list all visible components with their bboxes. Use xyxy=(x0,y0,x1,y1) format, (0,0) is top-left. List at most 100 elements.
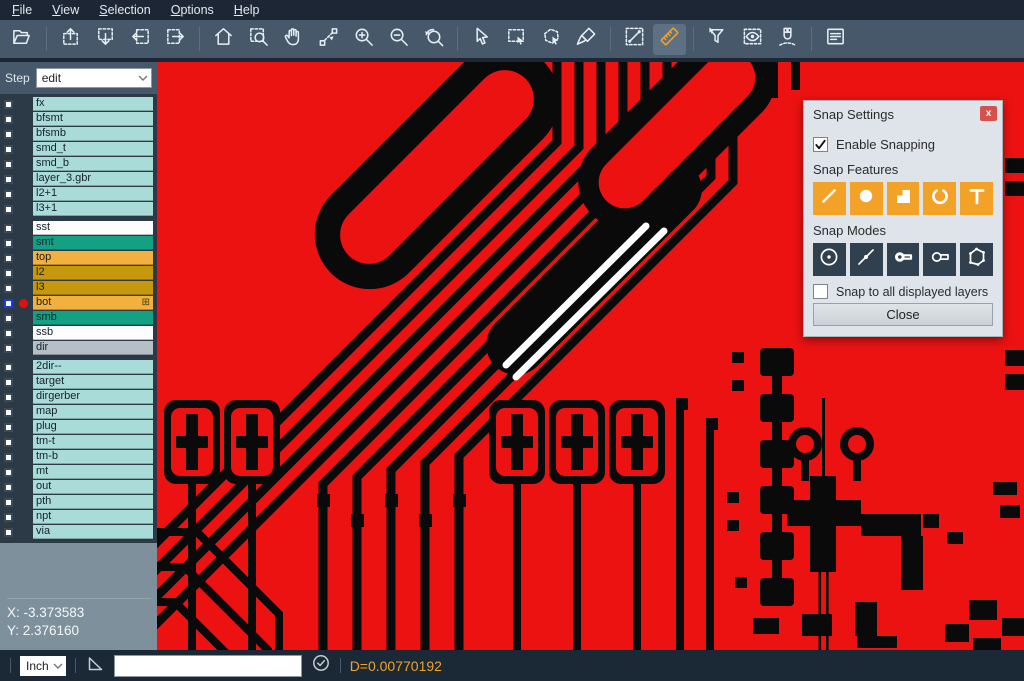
layer-visibility-checkbox[interactable] xyxy=(0,142,30,156)
close-icon[interactable]: x xyxy=(980,106,997,121)
layer-visibility-checkbox[interactable] xyxy=(0,375,30,389)
layer-pth[interactable]: pth xyxy=(33,495,153,509)
layer-visibility-checkbox[interactable] xyxy=(0,112,30,126)
layer-visibility-checkbox[interactable] xyxy=(0,480,30,494)
toolbar-zoom-previous-button[interactable] xyxy=(417,24,450,55)
layer-visibility-checkbox[interactable] xyxy=(0,405,30,419)
toolbar-open-folder-button[interactable] xyxy=(6,24,39,55)
snap-feature-polygon-button[interactable] xyxy=(887,182,920,215)
layer-visibility-checkbox[interactable] xyxy=(0,341,30,355)
grid-icon[interactable]: ⊞ xyxy=(142,298,150,308)
toolbar-zoom-out-button[interactable] xyxy=(382,24,415,55)
layer-visibility-checkbox[interactable] xyxy=(0,221,30,235)
snap-feature-line-button[interactable] xyxy=(813,182,846,215)
layer-visibility-checkbox[interactable] xyxy=(0,251,30,265)
layer-bfsmt[interactable]: bfsmt xyxy=(33,112,153,126)
toolbar-select-arrow-button[interactable] xyxy=(465,24,498,55)
toolbar-layers-panel-button[interactable] xyxy=(819,24,852,55)
snap-feature-arc-button[interactable] xyxy=(923,182,956,215)
snap-mode-slot-filled-button[interactable] xyxy=(887,243,920,276)
layer-npt[interactable]: npt xyxy=(33,510,153,524)
layer-visibility-checkbox[interactable] xyxy=(0,187,30,201)
toolbar-measure-line-button[interactable] xyxy=(618,24,651,55)
snap-all-layers-checkbox[interactable] xyxy=(813,284,828,299)
layer-visibility-checkbox[interactable] xyxy=(0,127,30,141)
menu-item-view[interactable]: View xyxy=(42,0,89,20)
layer-visibility-checkbox[interactable] xyxy=(0,236,30,250)
layer-l3+1[interactable]: l3+1 xyxy=(33,202,153,216)
layer-target[interactable]: target xyxy=(33,375,153,389)
toolbar-drag-vertex-button[interactable] xyxy=(312,24,345,55)
toolbar-select-polygon-button[interactable] xyxy=(535,24,568,55)
toolbar-arrow-right-box-button[interactable] xyxy=(159,24,192,55)
layer-l3[interactable]: l3 xyxy=(33,281,153,295)
layer-tm-t[interactable]: tm-t xyxy=(33,435,153,449)
measure-input[interactable] xyxy=(114,655,302,677)
sync-check-icon[interactable] xyxy=(311,653,331,678)
snap-dialog-titlebar[interactable]: Snap Settings x xyxy=(804,101,1002,127)
toolbar-magnet-button[interactable] xyxy=(771,24,804,55)
layer-sst[interactable]: sst xyxy=(33,221,153,235)
snap-mode-midpoint-button[interactable] xyxy=(850,243,883,276)
layer-visibility-checkbox[interactable] xyxy=(0,420,30,434)
enable-snapping-checkbox[interactable] xyxy=(813,137,828,152)
layer-visibility-checkbox[interactable] xyxy=(0,390,30,404)
menu-item-selection[interactable]: Selection xyxy=(89,0,160,20)
toolbar-arrow-up-box-button[interactable] xyxy=(54,24,87,55)
layer-top[interactable]: top xyxy=(33,251,153,265)
toolbar-zoom-in-button[interactable] xyxy=(347,24,380,55)
layer-map[interactable]: map xyxy=(33,405,153,419)
snap-mode-slot-outline-button[interactable] xyxy=(923,243,956,276)
layer-out[interactable]: out xyxy=(33,480,153,494)
layer-visibility-checkbox[interactable] xyxy=(0,202,30,216)
layer-2dir--[interactable]: 2dir-- xyxy=(33,360,153,374)
layer-visibility-checkbox[interactable] xyxy=(0,510,30,524)
layer-visibility-checkbox[interactable] xyxy=(0,281,30,295)
toolbar-ruler-button[interactable] xyxy=(653,24,686,55)
step-select[interactable]: edit xyxy=(36,68,152,88)
layer-l2[interactable]: l2 xyxy=(33,266,153,280)
layer-l2+1[interactable]: l2+1 xyxy=(33,187,153,201)
layer-smt[interactable]: smt xyxy=(33,236,153,250)
layer-visibility-checkbox[interactable] xyxy=(0,495,30,509)
layer-dirgerber[interactable]: dirgerber xyxy=(33,390,153,404)
layer-visibility-checkbox[interactable] xyxy=(0,266,30,280)
layer-visibility-checkbox[interactable] xyxy=(0,157,30,171)
layer-bfsmb[interactable]: bfsmb xyxy=(33,127,153,141)
menu-item-options[interactable]: Options xyxy=(161,0,224,20)
layer-visibility-checkbox[interactable] xyxy=(0,435,30,449)
layer-smd_b[interactable]: smd_b xyxy=(33,157,153,171)
layer-ssb[interactable]: ssb xyxy=(33,326,153,340)
layer-visibility-checkbox[interactable] xyxy=(0,97,30,111)
close-button[interactable]: Close xyxy=(813,303,993,326)
toolbar-arrow-down-box-button[interactable] xyxy=(89,24,122,55)
layer-layer_3.gbr[interactable]: layer_3.gbr xyxy=(33,172,153,186)
layer-visibility-checkbox[interactable] xyxy=(0,296,30,310)
unit-select[interactable]: Inch xyxy=(20,656,66,676)
layer-fx[interactable]: fx xyxy=(33,97,153,111)
layer-smd_t[interactable]: smd_t xyxy=(33,142,153,156)
toolbar-home-button[interactable] xyxy=(207,24,240,55)
toolbar-select-rect-button[interactable] xyxy=(500,24,533,55)
snap-feature-circle-button[interactable] xyxy=(850,182,883,215)
layer-visibility-checkbox[interactable] xyxy=(0,311,30,325)
toolbar-pan-hand-button[interactable] xyxy=(277,24,310,55)
snap-mode-center-button[interactable] xyxy=(813,243,846,276)
corner-angle-icon[interactable] xyxy=(85,653,105,678)
layer-plug[interactable]: plug xyxy=(33,420,153,434)
layer-visibility-checkbox[interactable] xyxy=(0,360,30,374)
layer-visibility-checkbox[interactable] xyxy=(0,172,30,186)
toolbar-filter-button[interactable] xyxy=(701,24,734,55)
layer-visibility-checkbox[interactable] xyxy=(0,465,30,479)
menu-item-help[interactable]: Help xyxy=(224,0,270,20)
menu-item-file[interactable]: File xyxy=(2,0,42,20)
layer-via[interactable]: via xyxy=(33,525,153,539)
layer-visibility-checkbox[interactable] xyxy=(0,326,30,340)
layer-tm-b[interactable]: tm-b xyxy=(33,450,153,464)
toolbar-zoom-area-button[interactable] xyxy=(242,24,275,55)
toolbar-brush-button[interactable] xyxy=(570,24,603,55)
layer-mt[interactable]: mt xyxy=(33,465,153,479)
snap-feature-text-button[interactable] xyxy=(960,182,993,215)
layer-dir[interactable]: dir xyxy=(33,341,153,355)
layer-smb[interactable]: smb xyxy=(33,311,153,325)
